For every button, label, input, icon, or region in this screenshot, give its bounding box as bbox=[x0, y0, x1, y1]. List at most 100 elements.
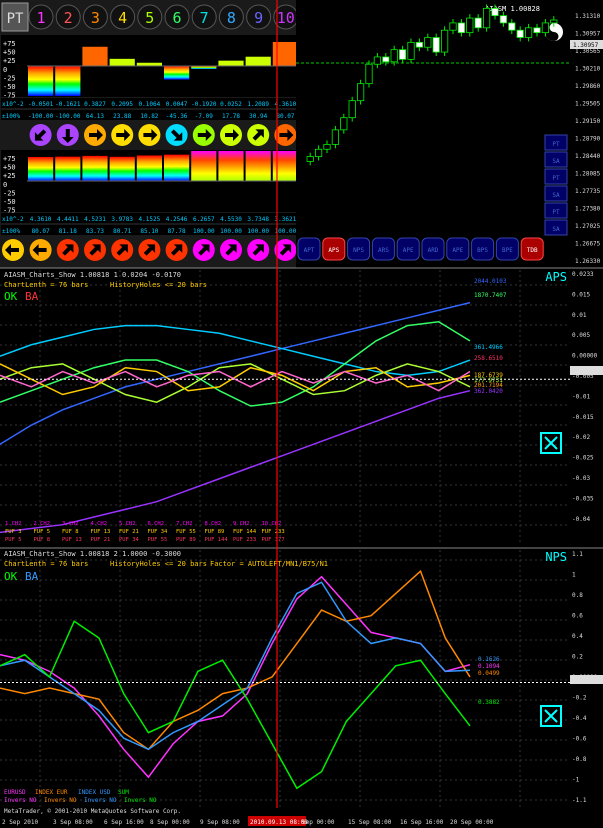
aps-right-value: 2044.0103 bbox=[474, 278, 507, 285]
candle-body bbox=[432, 37, 440, 53]
aps-legend-fuf: FUF 8 bbox=[62, 529, 79, 535]
time-label: 2 Sep 2010 bbox=[2, 819, 39, 826]
aps-yaxis-label: -0.025 bbox=[572, 455, 594, 462]
price-button-label: BPS bbox=[477, 247, 488, 254]
top-yaxis-label: -50 bbox=[3, 83, 16, 91]
aps-right-value: 362.0420 bbox=[474, 388, 503, 395]
bottom-bar-9 bbox=[245, 151, 271, 181]
candle-body bbox=[331, 129, 340, 145]
row4-value: 80.07 bbox=[32, 228, 50, 235]
nps-legend-invers: Invers NO bbox=[124, 797, 157, 804]
aps-yaxis-label: -0.02 bbox=[572, 434, 590, 441]
row4-value: 80.71 bbox=[113, 228, 131, 235]
row4-value: 83.73 bbox=[86, 228, 104, 235]
aps-legend-puf: PUF 55 bbox=[148, 537, 168, 543]
aps-legend-puf: PUF 5 bbox=[5, 537, 22, 543]
arrow-right-icon bbox=[220, 124, 242, 146]
side-button-label: SA bbox=[552, 192, 560, 199]
aps-legend-fuf: FUF 13 bbox=[91, 529, 111, 535]
row3-prefix: x10^-2 bbox=[2, 216, 24, 223]
price-axis-label: 1.28790 bbox=[575, 136, 601, 143]
number-label-4: 4 bbox=[118, 9, 127, 27]
candle-body bbox=[356, 83, 365, 102]
aps-legend-puf: PUF 34 bbox=[119, 537, 140, 543]
candle-body bbox=[474, 17, 482, 29]
bottom-yaxis-label: +75 bbox=[3, 155, 16, 163]
number-label-8: 8 bbox=[227, 9, 236, 27]
nps-ba-label: BA bbox=[25, 570, 39, 583]
aps-yaxis-label: -0.01 bbox=[572, 393, 590, 400]
side-button-label: SA bbox=[552, 158, 560, 165]
arrow-right-icon bbox=[111, 124, 134, 146]
row4-value: 100.00 bbox=[220, 228, 242, 235]
aps-right-value: 258.6510 bbox=[474, 355, 503, 362]
candle-body bbox=[365, 63, 373, 85]
side-button-label: PT bbox=[552, 141, 560, 148]
candle-body bbox=[449, 22, 457, 31]
aps-legend-puf: PUF 8 bbox=[34, 537, 51, 543]
row2-value: 10.82 bbox=[140, 113, 158, 120]
aps-legend-puf: PUF 233 bbox=[233, 537, 256, 543]
row1-value: 0.3827 bbox=[84, 101, 106, 108]
candle-body bbox=[306, 156, 314, 162]
price-button-label: ARD bbox=[428, 247, 439, 254]
row3-value: 4.1525 bbox=[139, 216, 161, 223]
price-button-label: TDB bbox=[527, 247, 538, 254]
aps-yaxis-label: -0.015 bbox=[572, 414, 594, 421]
pt-label: PT bbox=[7, 11, 24, 27]
price-axis-label: 1.28440 bbox=[575, 153, 601, 160]
candle-body bbox=[340, 117, 348, 131]
arrow-right-icon bbox=[138, 124, 161, 146]
nps-yaxis-label: -1.1 bbox=[572, 797, 587, 804]
number-label-3: 3 bbox=[91, 9, 100, 27]
number-label-2: 2 bbox=[64, 9, 73, 27]
time-label: 15 Sep 08:00 bbox=[348, 819, 392, 826]
aps-legend-fuf: FUF 21 bbox=[119, 529, 139, 535]
aps-legend-fuf: FUF 89 bbox=[205, 529, 225, 535]
number-label-1: 1 bbox=[36, 9, 45, 27]
price-button-label: APE bbox=[403, 247, 414, 254]
candle-body bbox=[407, 41, 415, 60]
nps-yaxis-label: -0.2 bbox=[572, 695, 587, 702]
aps-yaxis-label: 0.005 bbox=[572, 332, 590, 339]
price-axis-label: 1.26330 bbox=[575, 258, 601, 265]
aps-yaxis-label: 0.01 bbox=[572, 312, 587, 319]
bottom-yaxis-label: 0 bbox=[3, 181, 7, 189]
nps-chart-length: ChartLenth = 76 bars bbox=[4, 560, 88, 568]
top-yaxis-label: +25 bbox=[3, 57, 16, 65]
arrow-right-icon bbox=[192, 124, 215, 146]
nps-legend-name: INDEX EUR bbox=[35, 789, 68, 796]
bottom-bar-4 bbox=[109, 156, 135, 181]
candle-body bbox=[533, 27, 541, 34]
nps-yaxis-label: 1 bbox=[572, 572, 576, 579]
row3-value: 3.3621 bbox=[275, 216, 297, 223]
number-label-5: 5 bbox=[145, 9, 154, 27]
top-yaxis-label: +75 bbox=[3, 40, 16, 48]
row3-value: 4.2546 bbox=[166, 216, 188, 223]
price-axis-label: 1.27735 bbox=[575, 188, 601, 195]
row3-value: 3.9783 bbox=[111, 216, 133, 223]
price-axis-label: 1.26675 bbox=[575, 241, 601, 248]
nps-legend-name: EURUSD bbox=[4, 789, 26, 796]
price-button-label: APE bbox=[452, 247, 463, 254]
aps-yaxis-label: -0.03 bbox=[572, 475, 590, 482]
candle-body bbox=[323, 144, 331, 150]
bottom-yaxis-label: +50 bbox=[3, 164, 16, 172]
row2-value: 80.07 bbox=[276, 113, 294, 120]
arrow-right-icon bbox=[274, 124, 297, 146]
number-label-6: 6 bbox=[172, 9, 181, 27]
row1-value: 0.1064 bbox=[139, 101, 161, 108]
nps-factor: Factor = AUTOLEFT/MN1/B75/N1 bbox=[210, 560, 328, 568]
row3-value: 4.5231 bbox=[84, 216, 106, 223]
side-button-label: SA bbox=[552, 226, 560, 233]
row3-value: 3.7348 bbox=[247, 216, 269, 223]
row1-value: -0.0501 bbox=[28, 101, 54, 108]
candle-body bbox=[424, 37, 432, 48]
candle-body bbox=[373, 56, 382, 65]
price-button-label: ARS bbox=[378, 247, 389, 254]
candle-body bbox=[415, 41, 424, 48]
nps-ok-label: OK bbox=[4, 570, 18, 583]
top-bar-3 bbox=[82, 46, 108, 66]
price-button-label: APT bbox=[304, 247, 315, 254]
price-axis-label: 1.29505 bbox=[575, 101, 601, 108]
